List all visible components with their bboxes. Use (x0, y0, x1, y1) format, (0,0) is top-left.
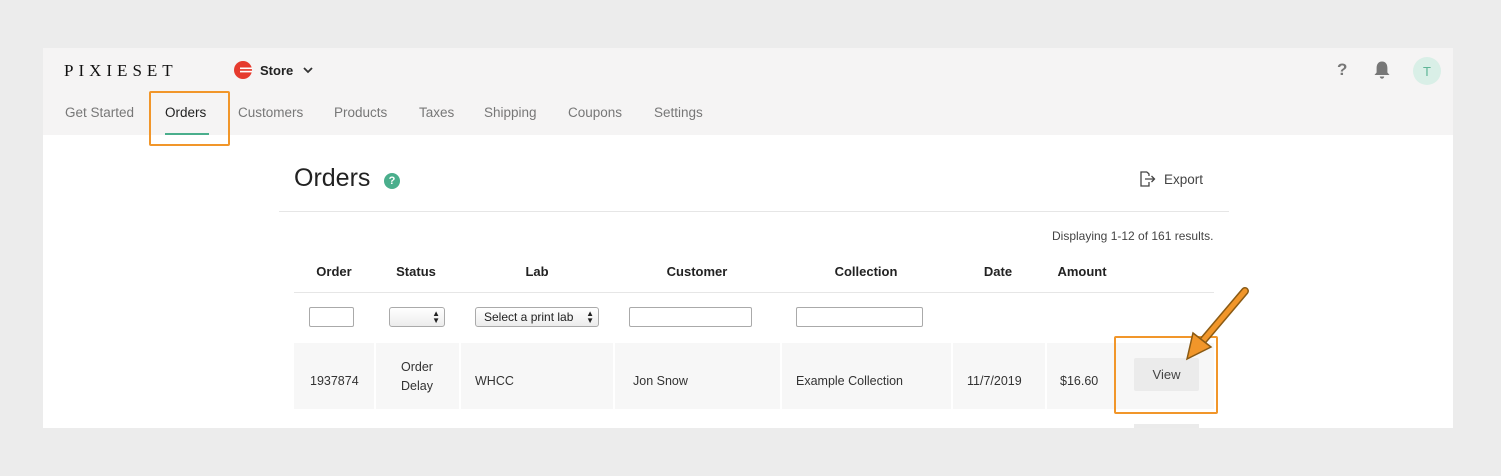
column-header-customer[interactable]: Customer (667, 264, 728, 279)
nav-taxes[interactable]: Taxes (419, 105, 454, 120)
user-avatar[interactable]: T (1413, 57, 1441, 85)
lab-filter-value: Select a print lab (484, 310, 574, 324)
nav-get-started[interactable]: Get Started (65, 105, 134, 120)
export-icon (1140, 171, 1156, 187)
cell-collection: Example Collection (796, 374, 903, 388)
nav-customers[interactable]: Customers (238, 105, 303, 120)
results-count: Displaying 1-12 of 161 results. (1052, 229, 1214, 243)
nav-shipping[interactable]: Shipping (484, 105, 537, 120)
export-button[interactable]: Export (1139, 171, 1203, 187)
cell-lab: WHCC (475, 374, 514, 388)
export-label: Export (1164, 171, 1204, 187)
header-divider (279, 211, 1229, 212)
cell-separator (951, 343, 953, 409)
collection-filter-input[interactable] (796, 307, 923, 327)
store-menu-label: Store (260, 62, 294, 78)
cell-status-line1: Order (401, 360, 433, 374)
store-logo-icon (234, 61, 252, 79)
customer-filter-input[interactable] (629, 307, 752, 327)
column-header-lab[interactable]: Lab (525, 264, 548, 279)
cell-amount: $16.60 (1060, 374, 1099, 388)
store-menu[interactable]: Store (234, 59, 313, 81)
sub-navigation: Get Started Orders Customers Products Ta… (43, 92, 1453, 135)
cell-separator (1045, 343, 1047, 409)
cell-date: 11/7/2019 (967, 374, 1022, 388)
column-header-date[interactable]: Date (984, 264, 1012, 279)
bell-icon[interactable] (1373, 60, 1391, 80)
page-title: Orders (294, 164, 371, 192)
status-filter-select[interactable]: ▲ ▼ (389, 307, 445, 327)
cell-order: 1937874 (310, 374, 359, 388)
nav-settings[interactable]: Settings (654, 105, 703, 120)
column-header-order[interactable]: Order (316, 264, 351, 279)
cell-separator (459, 343, 461, 409)
nav-coupons[interactable]: Coupons (568, 105, 622, 120)
chevron-down-icon (303, 66, 313, 73)
cell-separator (780, 343, 782, 409)
column-header-collection[interactable]: Collection (835, 264, 898, 279)
top-bar: PIXIESET Store ? T (43, 48, 1453, 92)
cell-status: Order Delay (376, 358, 458, 396)
cell-customer: Jon Snow (633, 374, 688, 388)
cell-status-line2: Delay (401, 379, 433, 393)
next-row-view-button[interactable] (1134, 424, 1199, 428)
help-icon[interactable]: ? (1337, 60, 1347, 80)
nav-products[interactable]: Products (334, 105, 387, 120)
help-badge-icon[interactable]: ? (384, 173, 400, 189)
lab-filter-select[interactable]: Select a print lab ▲ ▼ (475, 307, 599, 327)
column-header-amount[interactable]: Amount (1057, 264, 1106, 279)
select-arrows-icon: ▲ ▼ (586, 309, 594, 325)
header-row-divider (294, 292, 1214, 293)
orders-tab-highlight-box (149, 91, 230, 146)
pointer-arrow-icon (1185, 287, 1249, 361)
select-arrows-icon: ▲ ▼ (432, 309, 440, 325)
app-window: PIXIESET Store ? T Get Started Orders Cu… (43, 48, 1453, 428)
cell-separator (613, 343, 615, 409)
order-filter-input[interactable] (309, 307, 354, 327)
column-header-status[interactable]: Status (396, 264, 436, 279)
pixieset-logo[interactable]: PIXIESET (64, 61, 178, 81)
